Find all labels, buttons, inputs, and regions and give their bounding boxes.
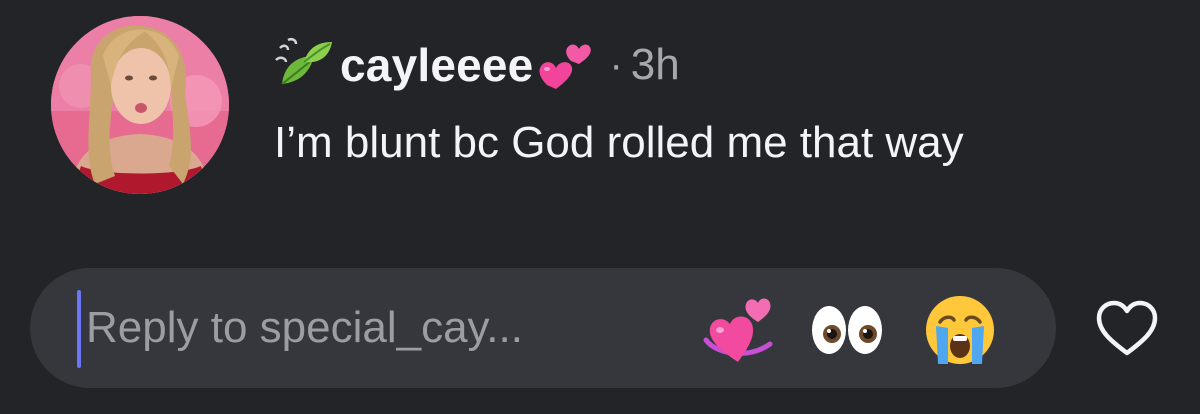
profile-photo [51, 16, 229, 194]
separator-dot: · [609, 42, 623, 87]
eyes-icon [812, 306, 882, 354]
text-caret [77, 290, 81, 368]
crying-face-reaction-button[interactable] [918, 288, 1002, 372]
reply-input[interactable] [86, 296, 676, 360]
revolving-hearts-reaction-button[interactable] [698, 288, 782, 372]
comment-header: cayleeee · 3h [274, 30, 680, 100]
crying-face-icon [926, 296, 994, 364]
eyes-reaction-button[interactable] [805, 288, 889, 372]
username[interactable]: cayleeee [340, 38, 533, 92]
heart-outline-icon [1096, 300, 1158, 356]
avatar[interactable] [51, 16, 229, 194]
green-leaves-icon [274, 36, 336, 94]
comment-card: cayleeee · 3h I’m blunt bc God rolled me… [0, 0, 1200, 414]
like-button[interactable] [1093, 299, 1161, 359]
comment-text: I’m blunt bc God rolled me that way [274, 118, 964, 167]
revolving-hearts-icon [703, 298, 773, 362]
two-hearts-icon [535, 33, 593, 91]
timestamp: 3h [630, 40, 680, 89]
